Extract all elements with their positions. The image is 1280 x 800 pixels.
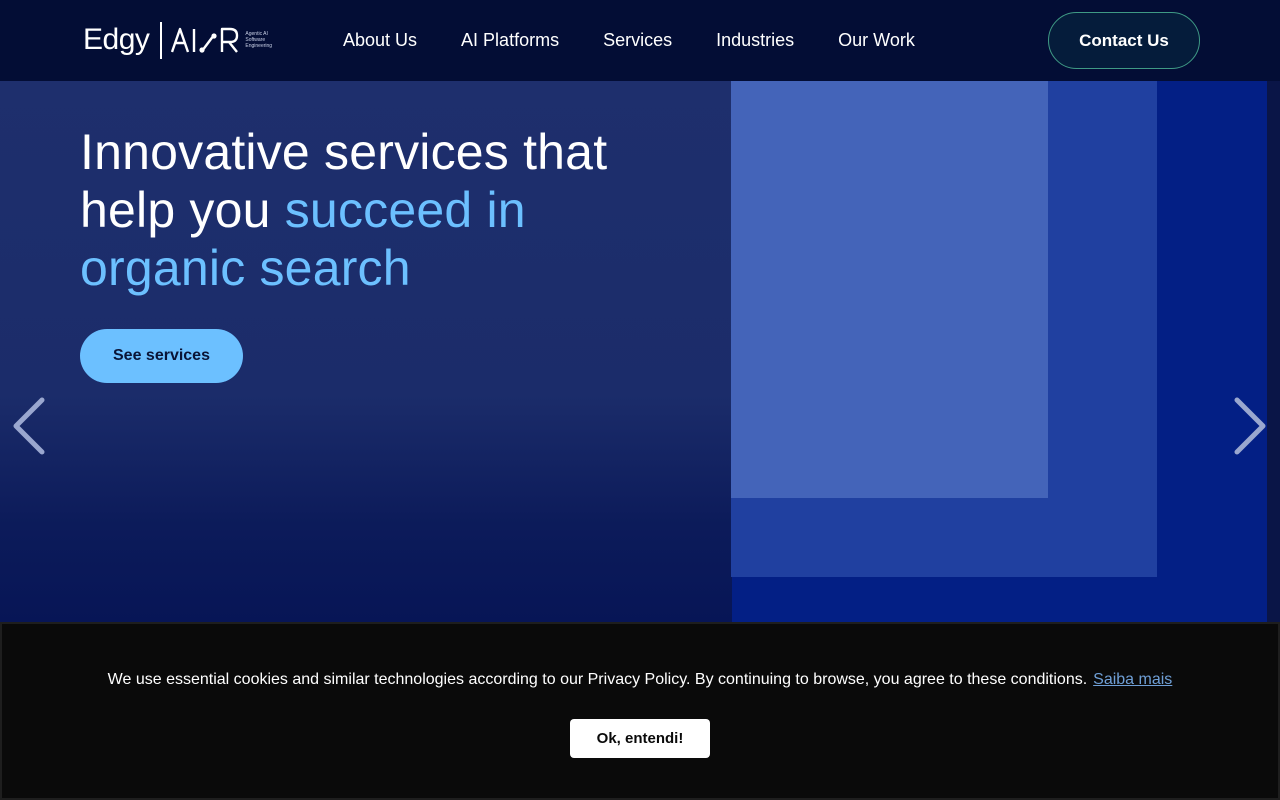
carousel-next-button[interactable] xyxy=(1231,394,1271,458)
hero-carousel: Innovative services that help you succee… xyxy=(0,81,1280,622)
logo-divider xyxy=(160,21,163,59)
cookie-message: We use essential cookies and similar tec… xyxy=(2,669,1278,691)
hero-scroll-edge xyxy=(1267,81,1280,622)
logo-brand: Edgy xyxy=(83,23,150,56)
hero-graphic-rect-front xyxy=(731,81,1048,498)
carousel-prev-button[interactable] xyxy=(8,394,48,458)
chevron-right-icon xyxy=(1234,397,1266,455)
see-services-button[interactable]: See services xyxy=(80,329,243,383)
nav-item-industries[interactable]: Industries xyxy=(716,28,794,52)
nav-item-services[interactable]: Services xyxy=(603,28,672,52)
cookie-banner: We use essential cookies and similar tec… xyxy=(0,622,1280,800)
chevron-left-icon xyxy=(13,397,45,455)
contact-us-button[interactable]: Contact Us xyxy=(1048,12,1200,69)
cookie-accept-button[interactable]: Ok, entendi! xyxy=(570,719,710,758)
cookie-message-text: We use essential cookies and similar tec… xyxy=(107,671,1088,688)
logo[interactable]: Edgy Agentic AI Software Engineering xyxy=(83,20,279,60)
logo-tagline: Agentic AI Software Engineering xyxy=(245,31,279,49)
main-nav: About Us AI Platforms Services Industrie… xyxy=(343,28,915,52)
nav-item-our-work[interactable]: Our Work xyxy=(838,28,915,52)
cookie-learn-more-link[interactable]: Saiba mais xyxy=(1093,671,1172,688)
nav-item-about-us[interactable]: About Us xyxy=(343,28,417,52)
logo-air-mark xyxy=(171,20,239,60)
hero-title: Innovative services that help you succee… xyxy=(80,123,680,297)
air-logo-icon xyxy=(171,27,239,53)
logo-tagline-line: Engineering xyxy=(245,43,273,49)
nav-item-ai-platforms[interactable]: AI Platforms xyxy=(461,28,559,52)
site-header: Edgy Agentic AI Software Engineering Abo… xyxy=(0,0,1280,81)
